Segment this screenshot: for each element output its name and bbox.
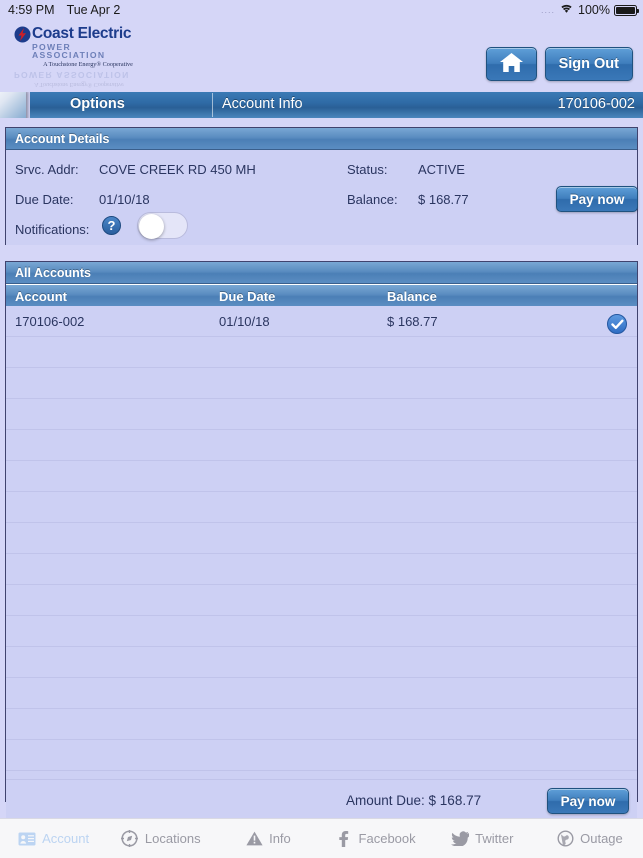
tab-label: Facebook <box>358 831 416 846</box>
app-root: 4:59 PM Tue Apr 2 .... 100% Coast Electr… <box>0 0 643 858</box>
page-title: Account Info <box>222 96 303 112</box>
status-time: 4:59 PM <box>8 3 55 17</box>
balance-label: Balance: <box>347 192 398 207</box>
table-row-empty <box>6 368 637 399</box>
empty-rows-container <box>6 337 637 771</box>
tab-facebook[interactable]: Facebook <box>322 830 429 848</box>
table-row-empty <box>6 709 637 740</box>
row-balance: $ 168.77 <box>387 314 438 329</box>
account-details-header: Account Details <box>6 128 637 150</box>
all-accounts-header: All Accounts <box>6 262 637 284</box>
accounts-list: 170106-002 01/10/18 $ 168.77 <box>6 306 637 779</box>
tab-label: Account <box>42 831 90 846</box>
accounts-footer: Amount Due: $ 168.77 Pay now <box>6 779 637 823</box>
toggle-knob <box>139 214 164 239</box>
table-row-empty <box>6 523 637 554</box>
facebook-icon <box>335 830 353 848</box>
pay-now-button-footer[interactable]: Pay now <box>547 788 629 814</box>
logo-tagline-reflection: A Touchstone Energy® Cooperative <box>34 80 124 88</box>
contact-card-icon <box>18 830 36 848</box>
account-details-body: Srvc. Addr: COVE CREEK RD 450 MH Due Dat… <box>6 150 638 245</box>
coast-electric-logo: Coast Electric POWER ASSOCIATION A Touch… <box>14 26 144 88</box>
column-header-balance: Balance <box>387 289 437 304</box>
logo-name: Coast Electric <box>32 25 132 42</box>
table-row-empty <box>6 616 637 647</box>
notifications-toggle[interactable] <box>137 212 188 239</box>
globe-icon <box>556 830 574 848</box>
battery-percent: 100% <box>578 3 610 17</box>
logo-tagline: A Touchstone Energy® Cooperative <box>43 60 133 68</box>
table-row-empty <box>6 337 637 368</box>
row-due-date: 01/10/18 <box>219 314 270 329</box>
status-right-group: .... 100% <box>541 3 639 17</box>
home-icon <box>499 52 524 77</box>
sign-out-button[interactable]: Sign Out <box>544 47 633 81</box>
warning-triangle-icon <box>245 830 263 848</box>
brand-header: Coast Electric POWER ASSOCIATION A Touch… <box>0 20 643 90</box>
row-selected-check-icon[interactable] <box>607 314 627 334</box>
table-row-empty <box>6 740 637 771</box>
column-header-due-date: Due Date <box>219 289 276 304</box>
battery-full-icon <box>614 4 639 16</box>
bottom-tab-bar: Account Locations Info Facebook Twitter Outag… <box>0 818 643 858</box>
home-button[interactable] <box>485 47 537 81</box>
service-address-label: Srvc. Addr: <box>15 162 79 177</box>
table-row[interactable]: 170106-002 01/10/18 $ 168.77 <box>6 306 637 337</box>
due-date-label: Due Date: <box>15 192 74 207</box>
table-row-empty <box>6 678 637 709</box>
pay-now-button-details[interactable]: Pay now <box>556 186 638 212</box>
all-accounts-panel: All Accounts Account Due Date Balance 17… <box>5 261 638 823</box>
tab-label: Twitter <box>475 831 514 846</box>
tab-outage[interactable]: Outage <box>536 830 643 848</box>
table-header-row: Account Due Date Balance <box>6 284 637 306</box>
nav-bar: Options Account Info 170106-002 <box>0 92 643 118</box>
status-value: ACTIVE <box>418 162 465 177</box>
tab-label: Outage <box>580 831 623 846</box>
tab-label: Info <box>269 831 291 846</box>
tab-locations[interactable]: Locations <box>107 830 214 848</box>
table-row-empty <box>6 430 637 461</box>
table-row-empty <box>6 585 637 616</box>
nav-divider <box>212 93 213 117</box>
service-address-value: COVE CREEK RD 450 MH <box>99 162 256 177</box>
account-details-panel: Account Details Srvc. Addr: COVE CREEK R… <box>5 127 638 245</box>
table-row-empty <box>6 492 637 523</box>
compass-icon <box>121 830 139 848</box>
table-row-empty <box>6 399 637 430</box>
balance-value: $ 168.77 <box>418 192 469 207</box>
header-buttons: Sign Out <box>485 47 633 81</box>
tab-info[interactable]: Info <box>214 830 321 848</box>
options-button[interactable]: Options <box>70 96 125 112</box>
page-curl-decoration <box>0 92 30 118</box>
signal-dots-icon: .... <box>541 5 556 15</box>
logo-reflection: A Touchstone Energy® Cooperative POWER A… <box>14 70 144 88</box>
tab-twitter[interactable]: Twitter <box>429 830 536 848</box>
status-label: Status: <box>347 162 388 177</box>
twitter-bird-icon <box>451 830 470 848</box>
tab-label: Locations <box>144 831 201 846</box>
table-row-empty <box>6 461 637 492</box>
column-header-account: Account <box>15 289 67 304</box>
due-date-value: 01/10/18 <box>99 192 150 207</box>
row-account: 170106-002 <box>15 314 85 329</box>
status-bar: 4:59 PM Tue Apr 2 .... 100% <box>0 0 643 20</box>
wifi-icon <box>559 3 574 17</box>
lightning-bolt-icon <box>14 26 31 47</box>
help-icon[interactable]: ? <box>102 216 121 235</box>
amount-due-label: Amount Due: $ 168.77 <box>346 793 482 808</box>
table-row-empty <box>6 647 637 678</box>
logo-subtitle-reflection: POWER ASSOCIATION <box>14 69 130 80</box>
status-date: Tue Apr 2 <box>66 3 121 17</box>
nav-account-number: 170106-002 <box>557 96 635 112</box>
table-row-empty <box>6 554 637 585</box>
logo-subtitle: POWER ASSOCIATION <box>32 41 106 61</box>
notifications-label: Notifications: <box>15 222 90 237</box>
tab-account[interactable]: Account <box>0 830 107 848</box>
